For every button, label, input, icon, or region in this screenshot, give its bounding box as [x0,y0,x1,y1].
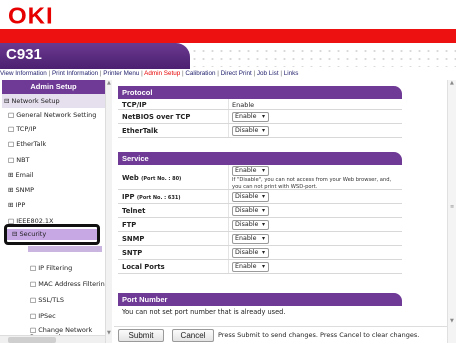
local-ports-label: Local Ports [122,263,165,271]
menu-admin-setup[interactable]: Admin Setup [144,70,180,77]
web-select[interactable]: Enable [232,166,269,176]
cancel-button[interactable]: Cancel [172,329,214,342]
sidebar-item-snmp[interactable]: ⊞ SNMP [8,186,34,194]
col-divider [228,99,229,109]
ethertalk-select[interactable]: Disable [232,126,269,136]
service-section-title: Service [118,152,402,165]
sidebar-item-ssl-tls[interactable]: □ SSL/TLS [30,296,64,304]
protocol-row-ethertalk: EtherTalk Disable [118,124,402,138]
model-name: C931 [6,46,42,63]
snmp-select[interactable]: Enable [232,234,269,244]
ftp-label: FTP [122,221,137,229]
scroll-down-icon[interactable]: ▼ [107,330,111,336]
netbios-label: NetBIOS over TCP [122,113,191,121]
col-divider [228,246,229,259]
service-row-snmp: SNMP Enable [118,232,402,246]
sidebar-item-nbt[interactable]: □ NBT [8,156,30,164]
model-bar: C931 [0,43,190,69]
menu-view-information[interactable]: View Information [0,70,47,77]
sidebar-item-ipp[interactable]: ⊞ IPP [8,201,25,209]
main-scrollbar[interactable]: ▲ ≡ ▼ [447,80,456,343]
port-number-message: You can not set port number that is alre… [122,308,286,316]
menu-links[interactable]: Links [284,70,299,77]
page: OKI C931 View Information | Print Inform… [0,0,456,343]
main-content: Protocol TCP/IP Enable NetBIOS over TCP … [114,80,447,343]
col-divider [228,165,229,189]
menu-job-list[interactable]: Job List [257,70,279,77]
submit-button[interactable]: Submit [118,329,164,342]
sidebar-title: Admin Setup [2,80,105,94]
sidebar-item-tcpip[interactable]: □ TCP/IP [8,125,36,133]
ipp-port: (Port No. : 631) [136,195,181,201]
sidebar-hscroll-thumb[interactable] [8,337,56,343]
menu-print-information[interactable]: Print Information [52,70,98,77]
header-red-bar [0,29,456,43]
main-scroll-down-icon[interactable]: ▼ [450,318,454,324]
sidebar-scrollbar[interactable]: ▲ ▼ [105,80,112,343]
menu-direct-print[interactable]: Direct Print [221,70,252,77]
service-row-web: Web (Port No. : 80) Enable If "Disable",… [118,165,402,190]
port-number-section-title: Port Number [118,293,402,306]
sntp-select[interactable]: Disable [232,248,269,258]
web-label-text: Web [122,174,139,182]
service-row-sntp: SNTP Disable [118,246,402,260]
ipp-label-text: IPP [122,193,135,201]
security-highlight-frame [4,224,100,245]
sidebar-item-network-setup[interactable]: ⊟ Network Setup [2,94,105,108]
sntp-label: SNTP [122,249,143,257]
main-scroll-up-icon[interactable]: ▲ [450,80,454,86]
web-label: Web (Port No. : 80) [122,174,181,182]
web-note: If "Disable", you can not access from yo… [232,177,392,190]
service-row-telnet: Telnet Disable [118,204,402,218]
web-port: (Port No. : 80) [141,176,182,182]
ipp-select[interactable]: Disable [232,192,269,202]
local-ports-select[interactable]: Enable [232,262,269,272]
sidebar-item-ipsec[interactable]: □ IPSec [30,312,56,320]
ftp-select[interactable]: Disable [232,220,269,230]
col-divider [228,232,229,245]
col-divider [228,190,229,203]
col-divider [228,124,229,137]
menu-printer-menu[interactable]: Printer Menu [103,70,139,77]
snmp-label: SNMP [122,235,145,243]
protocol-row-netbios: NetBIOS over TCP Enable [118,110,402,124]
oki-logo: OKI [8,3,54,30]
header-dot-pattern [190,47,456,67]
telnet-label: Telnet [122,207,146,215]
sidebar-horizontal-scrollbar[interactable] [0,335,105,343]
sidebar-item-email[interactable]: ⊞ Email [8,171,34,179]
sidebar-selection-bar [28,246,102,252]
service-row-local-ports: Local Ports Enable [118,260,402,274]
col-divider [228,204,229,217]
footer-hint: Press Submit to send changes. Press Canc… [218,331,420,339]
menu-calibration[interactable]: Calibration [185,70,215,77]
col-divider [228,260,229,273]
main-scroll-grip-icon[interactable]: ≡ [450,204,454,210]
telnet-select[interactable]: Disable [232,206,269,216]
col-divider [228,218,229,231]
top-menu: View Information | Print Information | P… [0,70,299,77]
sidebar-item-ip-filtering[interactable]: □ IP Filtering [30,264,72,272]
tcpip-label: TCP/IP [122,101,147,109]
netbios-select[interactable]: Enable [232,112,269,122]
tcpip-value: Enable [232,101,255,109]
sidebar-item-general-network-setting[interactable]: □ General Network Setting [8,111,96,119]
ethertalk-label: EtherTalk [122,127,158,135]
protocol-row-tcpip: TCP/IP Enable [118,99,402,110]
sidebar-item-mac-address-filtering[interactable]: □ MAC Address Filtering [30,280,105,288]
ipp-label: IPP (Port No. : 631) [122,193,181,201]
sidebar-item-ethertalk[interactable]: □ EtherTalk [8,140,46,148]
footer-bar: Submit Cancel Press Submit to send chang… [114,326,447,343]
sidebar: Admin Setup ⊟ Network Setup □ General Ne… [0,80,106,343]
protocol-section-title: Protocol [118,86,402,99]
col-divider [228,110,229,123]
scroll-up-icon[interactable]: ▲ [107,80,111,86]
service-row-ftp: FTP Disable [118,218,402,232]
service-row-ipp: IPP (Port No. : 631) Disable [118,190,402,204]
